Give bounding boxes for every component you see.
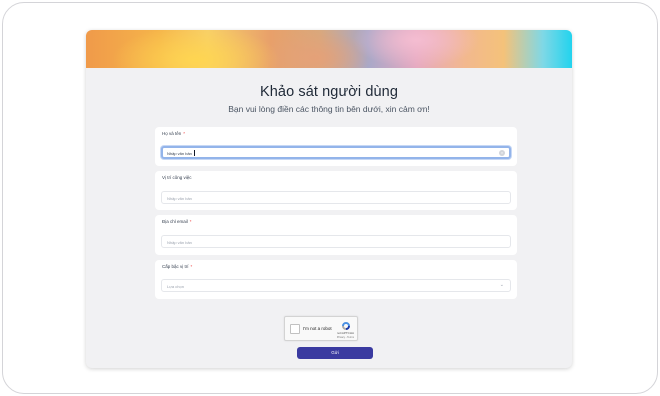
- submit-button[interactable]: Gửi: [297, 347, 373, 359]
- page-subtitle: Bạn vui lòng điền các thông tin bên dưới…: [228, 104, 430, 114]
- input-placeholder: Nhập văn bản: [167, 239, 192, 245]
- field-label: Vị trí công việc: [162, 175, 194, 180]
- field-position-level: Cấp bậc vị trí * Lựa chọn ⌄: [155, 260, 517, 299]
- field-label: Địa chỉ email *: [162, 219, 192, 224]
- input-text: Nhập văn bản: [167, 150, 192, 156]
- job-position-input[interactable]: Nhập văn bản: [161, 191, 511, 204]
- field-label-text: Vị trí công việc: [162, 175, 192, 180]
- field-job-position: Vị trí công việc Nhập văn bản: [155, 171, 517, 210]
- select-placeholder: Lựa chọn: [167, 283, 184, 289]
- recaptcha-logo-icon: [342, 322, 350, 330]
- position-level-select[interactable]: Lựa chọn ⌄: [161, 279, 511, 292]
- recaptcha-checkbox[interactable]: [290, 324, 300, 334]
- full-name-input[interactable]: Nhập văn bản ×: [161, 146, 511, 159]
- recaptcha-label: I'm not a robot: [303, 325, 332, 331]
- field-label-text: Cấp bậc vị trí: [162, 264, 189, 269]
- recaptcha-links[interactable]: Privacy - Terms: [337, 336, 354, 339]
- field-label-text: Họ và tên: [162, 131, 182, 136]
- field-label-text: Địa chỉ email: [162, 219, 188, 224]
- header-banner: [86, 30, 572, 68]
- email-input[interactable]: Nhập văn bản: [161, 235, 511, 248]
- text-caret: [194, 150, 195, 156]
- field-label: Họ và tên *: [162, 131, 185, 136]
- survey-card: Khảo sát người dùng Bạn vui lòng điền cá…: [86, 30, 572, 368]
- page-title: Khảo sát người dùng: [259, 84, 398, 100]
- required-mark: *: [189, 219, 192, 224]
- recaptcha-widget: I'm not a robot reCAPTCHA Privacy - Term…: [284, 316, 358, 341]
- chevron-down-icon: ⌄: [499, 282, 504, 288]
- required-mark: *: [183, 131, 186, 136]
- field-full-name: Họ và tên * Nhập văn bản ×: [155, 127, 517, 166]
- recaptcha-brand: reCAPTCHA: [336, 331, 354, 335]
- required-mark: *: [190, 264, 193, 269]
- clear-icon[interactable]: ×: [499, 150, 505, 156]
- input-placeholder: Nhập văn bản: [167, 195, 192, 201]
- field-email: Địa chỉ email * Nhập văn bản: [155, 215, 517, 255]
- field-label: Cấp bậc vị trí *: [162, 264, 192, 269]
